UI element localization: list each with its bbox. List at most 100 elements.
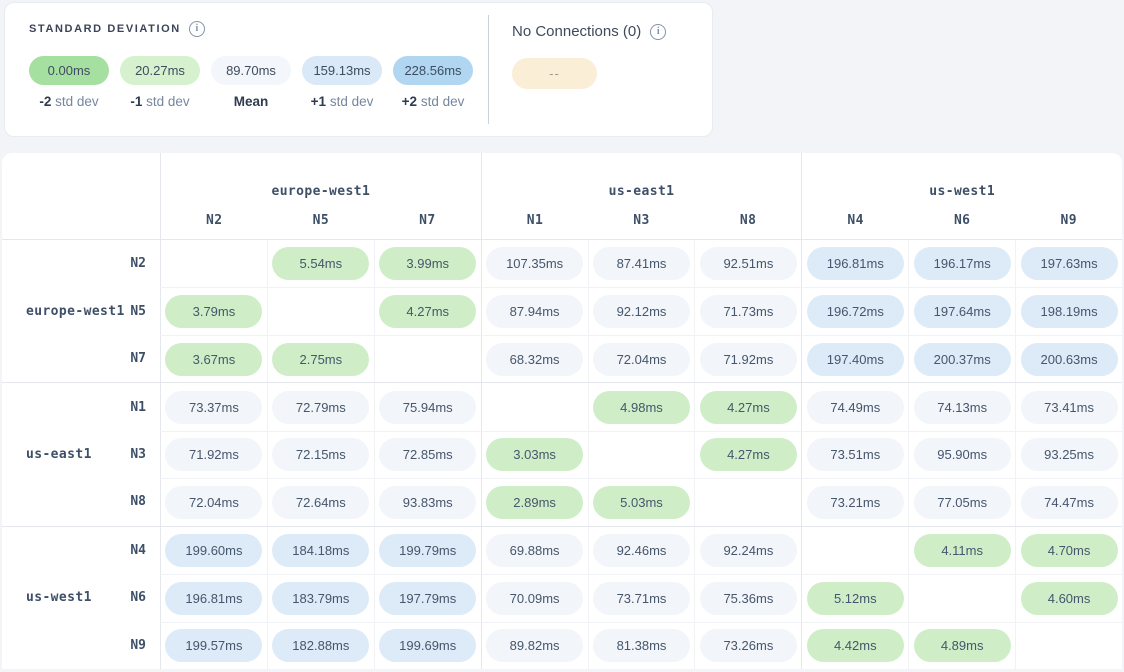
latency-pill[interactable]: 87.41ms — [593, 247, 690, 280]
latency-cell: 93.83ms — [374, 479, 481, 525]
latency-pill[interactable]: 74.47ms — [1021, 486, 1118, 519]
latency-pill[interactable]: 196.17ms — [914, 247, 1011, 280]
latency-pill[interactable]: 196.81ms — [165, 582, 262, 615]
latency-pill[interactable]: 4.27ms — [379, 295, 476, 328]
latency-pill[interactable]: 199.57ms — [165, 629, 262, 662]
latency-pill[interactable]: 73.41ms — [1021, 391, 1118, 424]
latency-pill[interactable]: 72.04ms — [593, 343, 690, 376]
latency-cell: 81.38ms — [588, 623, 695, 669]
row-label: N8 — [2, 478, 160, 525]
latency-pill[interactable]: 183.79ms — [272, 582, 369, 615]
latency-pill[interactable]: 73.21ms — [807, 486, 904, 519]
latency-pill[interactable]: 72.85ms — [379, 438, 476, 471]
latency-pill[interactable]: 87.94ms — [486, 295, 583, 328]
latency-pill[interactable]: 3.67ms — [165, 343, 262, 376]
latency-pill[interactable]: 197.40ms — [807, 343, 904, 376]
info-icon[interactable]: i — [650, 24, 666, 40]
latency-pill[interactable]: 72.04ms — [165, 486, 262, 519]
latency-pill[interactable]: 196.81ms — [807, 247, 904, 280]
latency-pill[interactable]: 2.89ms — [486, 486, 583, 519]
latency-cell: 70.09ms — [481, 575, 588, 621]
matrix-body: N25.54ms3.99ms107.35ms87.41ms92.51ms196.… — [2, 240, 1122, 669]
latency-pill[interactable]: 73.26ms — [700, 629, 797, 662]
latency-cell: 196.17ms — [908, 240, 1015, 287]
latency-pill[interactable]: 77.05ms — [914, 486, 1011, 519]
latency-cell — [481, 383, 588, 430]
latency-pill[interactable]: 5.12ms — [807, 582, 904, 615]
latency-cell: 73.41ms — [1015, 383, 1122, 430]
row-label: us-east1N3 — [2, 431, 160, 478]
latency-pill[interactable]: 200.63ms — [1021, 343, 1118, 376]
latency-pill[interactable]: 71.92ms — [700, 343, 797, 376]
latency-pill[interactable]: 93.83ms — [379, 486, 476, 519]
latency-pill[interactable]: 197.63ms — [1021, 247, 1118, 280]
latency-pill[interactable]: 4.27ms — [700, 391, 797, 424]
latency-pill[interactable]: 74.49ms — [807, 391, 904, 424]
latency-pill[interactable]: 199.69ms — [379, 629, 476, 662]
latency-pill[interactable]: 2.75ms — [272, 343, 369, 376]
latency-pill[interactable]: 92.51ms — [700, 247, 797, 280]
col-groups: europe-west1N2N5N7us-east1N1N3N8us-west1… — [160, 153, 1122, 239]
legend-card: STANDARD DEVIATION i 0.00ms20.27ms89.70m… — [4, 2, 713, 137]
latency-pill[interactable]: 5.03ms — [593, 486, 690, 519]
col-node-header-N7: N7 — [374, 213, 481, 228]
latency-cell: 73.71ms — [588, 575, 695, 621]
latency-pill[interactable]: 92.12ms — [593, 295, 690, 328]
latency-pill[interactable]: 196.72ms — [807, 295, 904, 328]
latency-pill[interactable]: 75.36ms — [700, 582, 797, 615]
latency-cell — [267, 288, 374, 334]
latency-pill[interactable]: 199.79ms — [379, 534, 476, 567]
latency-pill[interactable]: 89.82ms — [486, 629, 583, 662]
latency-cell: 72.64ms — [267, 479, 374, 525]
latency-pill[interactable]: 70.09ms — [486, 582, 583, 615]
latency-pill[interactable]: 4.42ms — [807, 629, 904, 662]
latency-cell: 197.40ms — [801, 336, 908, 382]
latency-pill[interactable]: 72.79ms — [272, 391, 369, 424]
latency-pill[interactable]: 75.94ms — [379, 391, 476, 424]
latency-pill[interactable]: 4.89ms — [914, 629, 1011, 662]
latency-pill[interactable]: 200.37ms — [914, 343, 1011, 376]
latency-pill[interactable]: 73.37ms — [165, 391, 262, 424]
latency-pill[interactable]: 107.35ms — [486, 247, 583, 280]
latency-pill[interactable]: 68.32ms — [486, 343, 583, 376]
info-icon[interactable]: i — [189, 21, 205, 37]
table-blank-corner — [2, 153, 160, 239]
latency-pill[interactable]: 199.60ms — [165, 534, 262, 567]
latency-pill[interactable]: 92.24ms — [700, 534, 797, 567]
col-node-header-N9: N9 — [1015, 213, 1122, 228]
latency-pill[interactable]: 198.19ms — [1021, 295, 1118, 328]
latency-cell: 92.12ms — [588, 288, 695, 334]
latency-pill[interactable]: 182.88ms — [272, 629, 369, 662]
latency-cell: 5.03ms — [588, 479, 695, 525]
latency-pill[interactable]: 4.98ms — [593, 391, 690, 424]
latency-pill[interactable]: 4.27ms — [700, 438, 797, 471]
latency-pill[interactable]: 81.38ms — [593, 629, 690, 662]
latency-cell: 184.18ms — [267, 527, 374, 574]
latency-pill[interactable]: 5.54ms — [272, 247, 369, 280]
latency-pill[interactable]: 72.15ms — [272, 438, 369, 471]
latency-pill[interactable]: 4.60ms — [1021, 582, 1118, 615]
latency-pill[interactable]: 4.70ms — [1021, 534, 1118, 567]
latency-pill[interactable]: 184.18ms — [272, 534, 369, 567]
latency-pill[interactable]: 71.92ms — [165, 438, 262, 471]
latency-pill[interactable]: 3.03ms — [486, 438, 583, 471]
latency-pill[interactable]: 3.79ms — [165, 295, 262, 328]
latency-pill[interactable]: 69.88ms — [486, 534, 583, 567]
latency-pill[interactable]: 73.51ms — [807, 438, 904, 471]
latency-pill[interactable]: 3.99ms — [379, 247, 476, 280]
latency-pill[interactable]: 93.25ms — [1021, 438, 1118, 471]
latency-pill[interactable]: 95.90ms — [914, 438, 1011, 471]
latency-pill[interactable]: 197.64ms — [914, 295, 1011, 328]
latency-pill[interactable]: 71.73ms — [700, 295, 797, 328]
latency-cell: 73.21ms — [801, 479, 908, 525]
latency-matrix: europe-west1N2N5N7us-east1N1N3N8us-west1… — [2, 153, 1122, 669]
latency-pill[interactable]: 92.46ms — [593, 534, 690, 567]
latency-pill[interactable]: 4.11ms — [914, 534, 1011, 567]
latency-cell: 183.79ms — [267, 575, 374, 621]
row-region-label: europe-west1 — [26, 304, 125, 319]
latency-pill[interactable]: 74.13ms — [914, 391, 1011, 424]
latency-pill[interactable]: 72.64ms — [272, 486, 369, 519]
legend-chip: 89.70ms — [211, 56, 291, 85]
latency-pill[interactable]: 73.71ms — [593, 582, 690, 615]
latency-pill[interactable]: 197.79ms — [379, 582, 476, 615]
